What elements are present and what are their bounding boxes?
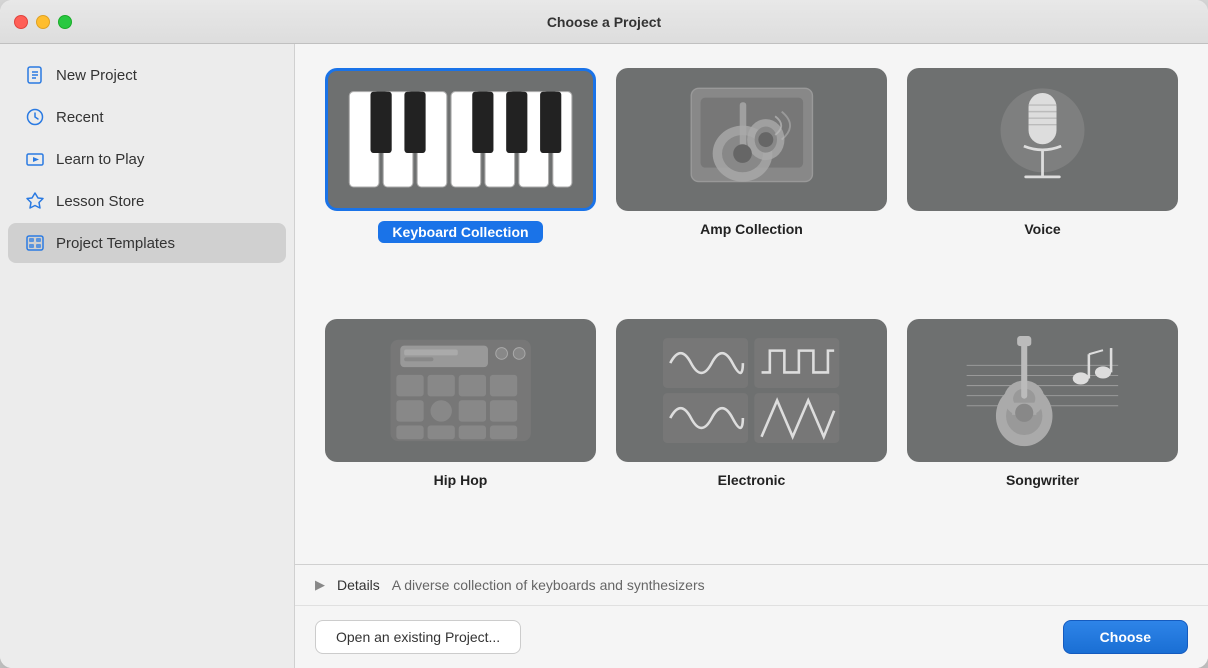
sidebar-label-project-templates: Project Templates xyxy=(56,235,175,252)
sidebar-label-new-project: New Project xyxy=(56,67,137,84)
open-existing-button[interactable]: Open an existing Project... xyxy=(315,620,521,654)
songwriter-thumb xyxy=(907,319,1178,462)
hip-hop-label: Hip Hop xyxy=(434,472,488,488)
new-project-icon xyxy=(24,64,46,86)
maximize-button[interactable] xyxy=(58,15,72,29)
actions-row: Open an existing Project... Choose xyxy=(295,606,1208,668)
bottom-bar: ▶ Details A diverse collection of keyboa… xyxy=(295,564,1208,668)
choose-button[interactable]: Choose xyxy=(1063,620,1188,654)
details-row: ▶ Details A diverse collection of keyboa… xyxy=(295,565,1208,606)
project-templates-icon xyxy=(24,232,46,254)
keyboard-collection-label: Keyboard Collection xyxy=(378,221,542,243)
window-title: Choose a Project xyxy=(547,14,661,30)
learn-to-play-icon xyxy=(24,148,46,170)
hip-hop-icon xyxy=(355,332,566,449)
electronic-icon xyxy=(636,333,866,447)
minimize-button[interactable] xyxy=(36,15,50,29)
template-amp-collection[interactable]: Amp Collection xyxy=(616,68,887,299)
sidebar-item-learn-to-play[interactable]: Learn to Play xyxy=(8,139,286,179)
sidebar-label-learn-to-play: Learn to Play xyxy=(56,151,144,168)
recent-icon xyxy=(24,106,46,128)
sidebar-item-lesson-store[interactable]: Lesson Store xyxy=(8,181,286,221)
songwriter-icon xyxy=(934,330,1151,451)
templates-grid: Keyboard Collection xyxy=(295,44,1208,564)
voice-label: Voice xyxy=(1024,221,1060,237)
amp-collection-label: Amp Collection xyxy=(700,221,803,237)
template-songwriter[interactable]: Songwriter xyxy=(907,319,1178,544)
template-keyboard-collection[interactable]: Keyboard Collection xyxy=(325,68,596,299)
sidebar-item-new-project[interactable]: New Project xyxy=(8,55,286,95)
sidebar-label-lesson-store: Lesson Store xyxy=(56,193,144,210)
voice-thumb xyxy=(907,68,1178,211)
template-voice[interactable]: Voice xyxy=(907,68,1178,299)
details-label: Details xyxy=(337,577,380,593)
template-electronic[interactable]: Electronic xyxy=(616,319,887,544)
main-area: New Project Recent Lea xyxy=(0,44,1208,668)
sidebar-item-project-templates[interactable]: Project Templates xyxy=(8,223,286,263)
details-chevron-icon[interactable]: ▶ xyxy=(315,577,325,593)
close-button[interactable] xyxy=(14,15,28,29)
content-area: Keyboard Collection xyxy=(295,44,1208,668)
hip-hop-thumb xyxy=(325,319,596,462)
voice-icon xyxy=(968,79,1117,200)
electronic-label: Electronic xyxy=(718,472,786,488)
amp-collection-icon xyxy=(657,79,847,200)
app-window: Choose a Project New Project xyxy=(0,0,1208,668)
amp-collection-thumb xyxy=(616,68,887,211)
details-description: A diverse collection of keyboards and sy… xyxy=(392,577,705,593)
titlebar: Choose a Project xyxy=(0,0,1208,44)
sidebar: New Project Recent Lea xyxy=(0,44,295,668)
traffic-lights xyxy=(14,15,72,29)
keyboard-collection-icon xyxy=(344,86,577,193)
template-hip-hop[interactable]: Hip Hop xyxy=(325,319,596,544)
songwriter-label: Songwriter xyxy=(1006,472,1079,488)
lesson-store-icon xyxy=(24,190,46,212)
electronic-thumb xyxy=(616,319,887,462)
sidebar-item-recent[interactable]: Recent xyxy=(8,97,286,137)
sidebar-label-recent: Recent xyxy=(56,109,104,126)
keyboard-collection-thumb xyxy=(325,68,596,211)
